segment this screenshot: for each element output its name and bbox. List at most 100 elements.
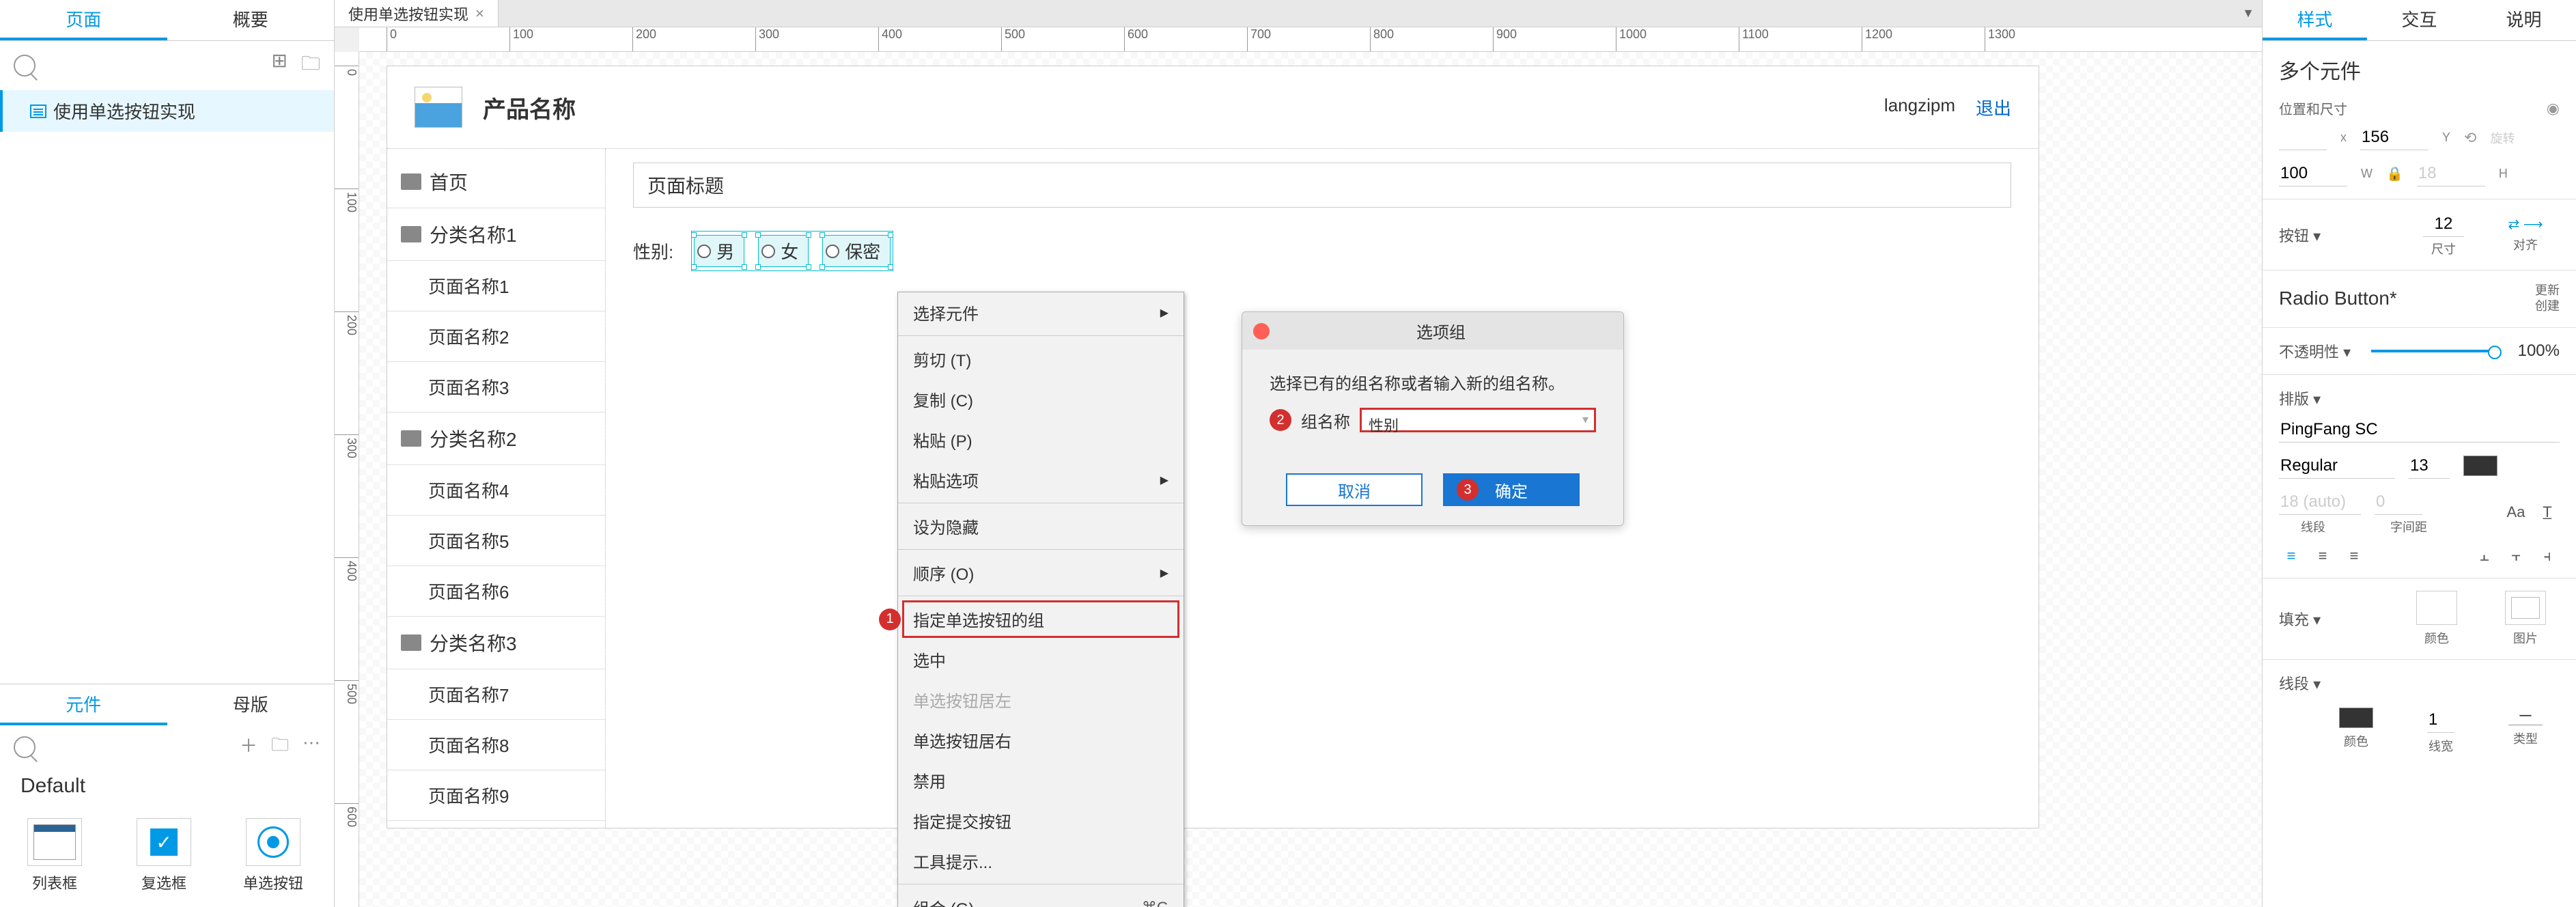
y-input[interactable] xyxy=(2360,125,2428,150)
fill-image-swatch[interactable] xyxy=(2505,591,2546,625)
align-right-icon[interactable]: ≡ xyxy=(2342,546,2366,566)
sidebar-item[interactable]: 页面名称6 xyxy=(387,566,605,617)
lock-aspect-icon[interactable]: 🔒 xyxy=(2386,165,2403,182)
sidebar-item[interactable]: 页面名称2 xyxy=(387,311,605,362)
ok-button[interactable]: 3确定 xyxy=(1443,473,1580,506)
ctx-set-hidden[interactable]: 设为隐藏 xyxy=(898,506,1184,546)
ctx-select-widget[interactable]: 选择元件 xyxy=(898,292,1184,333)
widget-listbox[interactable]: 列表框 xyxy=(20,818,89,893)
sidebar-group[interactable]: 分类名称2 xyxy=(387,413,605,465)
align-center-icon[interactable]: ≡ xyxy=(2310,546,2335,566)
add-folder-icon[interactable]: 🗀 xyxy=(301,49,320,82)
stroke-type-dropdown[interactable]: ─ xyxy=(2508,708,2543,725)
dialog-titlebar[interactable]: 选项组 xyxy=(1242,312,1623,350)
ctx-tooltip[interactable]: 工具提示... xyxy=(898,841,1184,881)
font-family-select[interactable] xyxy=(2279,417,2560,443)
tree-item-current[interactable]: 使用单选按钮实现 xyxy=(0,90,334,132)
valign-top-icon[interactable]: ⫠ xyxy=(2472,546,2497,566)
add-library-icon[interactable]: ＋ xyxy=(240,732,257,762)
widget-checkbox[interactable]: 复选框 xyxy=(130,818,198,893)
search-icon[interactable] xyxy=(14,736,36,758)
step-badge-1: 1 xyxy=(879,609,901,630)
close-icon[interactable]: × xyxy=(475,5,484,23)
sidebar-item[interactable]: 页面名称9 xyxy=(387,770,605,821)
line-height-input[interactable] xyxy=(2279,490,2361,515)
shared-style-name[interactable]: Radio Button* xyxy=(2279,288,2397,309)
text-case-icon[interactable]: Aa xyxy=(2504,503,2528,522)
ctx-paste-options[interactable]: 粘贴选项 xyxy=(898,460,1184,500)
text-color-swatch[interactable] xyxy=(2463,456,2497,476)
ctx-submit-btn[interactable]: 指定提交按钮 xyxy=(898,800,1184,841)
ctx-order[interactable]: 顺序 (O) xyxy=(898,553,1184,593)
tab-style[interactable]: 样式 xyxy=(2263,0,2367,40)
stroke-width-input[interactable] xyxy=(2427,708,2454,733)
sidebar-item[interactable]: 页面名称8 xyxy=(387,720,605,770)
cancel-button[interactable]: 取消 xyxy=(1286,473,1423,506)
ctx-disable[interactable]: 禁用 xyxy=(898,760,1184,800)
align-left-icon[interactable]: ≡ xyxy=(2279,546,2304,566)
library-folder-icon[interactable]: 🗀 xyxy=(271,732,289,762)
align-link-icon[interactable]: ⇄ ⟶ xyxy=(2508,216,2543,233)
sidebar-item[interactable]: 页面名称5 xyxy=(387,516,605,566)
logout-link[interactable]: 退出 xyxy=(1976,95,2011,120)
sidebar-group[interactable]: 分类名称1 xyxy=(387,208,605,261)
ruler-tick: 1100 xyxy=(1739,27,1769,51)
x-input[interactable] xyxy=(2279,125,2327,150)
stroke-color-swatch[interactable] xyxy=(2339,708,2373,728)
sidebar-item-home[interactable]: 首页 xyxy=(387,156,605,208)
library-name[interactable]: Default xyxy=(0,769,334,811)
radio-option-secret[interactable]: 保密 xyxy=(822,235,891,267)
tab-outline[interactable]: 概要 xyxy=(167,0,335,40)
letter-spacing-input[interactable] xyxy=(2375,490,2422,515)
visibility-icon[interactable]: ◉ xyxy=(2547,100,2560,117)
ctx-selected[interactable]: 选中 xyxy=(898,639,1184,680)
document-tab[interactable]: 使用单选按钮实现 × xyxy=(335,0,499,27)
ctx-paste[interactable]: 粘贴 (P) xyxy=(898,419,1184,460)
tab-masters[interactable]: 母版 xyxy=(167,684,335,725)
corner-input[interactable] xyxy=(2423,212,2464,237)
ctx-group[interactable]: 组合 (G)⌘G xyxy=(898,887,1184,907)
font-size-input[interactable] xyxy=(2409,454,2450,479)
sidebar-group[interactable]: 分类名称3 xyxy=(387,617,605,669)
search-icon[interactable] xyxy=(14,55,36,76)
tab-pages[interactable]: 页面 xyxy=(0,0,167,40)
fill-label[interactable]: 填充 ▾ xyxy=(2279,608,2321,630)
radio-label: 女 xyxy=(781,238,798,264)
sidebar-item[interactable]: 页面名称1 xyxy=(387,261,605,311)
radio-option-female[interactable]: 女 xyxy=(758,235,809,267)
add-page-icon[interactable]: ⊞ xyxy=(272,49,288,82)
update-create-links[interactable]: 更新创建 xyxy=(2535,283,2560,315)
sidebar-item[interactable]: 页面名称7 xyxy=(387,669,605,720)
sidebar-item[interactable]: 页面名称3 xyxy=(387,362,605,413)
ctx-set-radio-group[interactable]: 1指定单选按钮的组 xyxy=(898,599,1184,639)
opacity-label[interactable]: 不透明性 ▾ xyxy=(2279,340,2351,362)
library-menu-icon[interactable]: ⋯ xyxy=(303,732,320,762)
opacity-slider[interactable] xyxy=(2371,350,2497,352)
design-canvas[interactable]: 产品名称 langzipm 退出 首页 分类名称1 页面名称1 页面名称2 页面… xyxy=(359,52,2262,907)
text-decoration-icon[interactable]: T̲ xyxy=(2535,503,2560,522)
radio-option-male[interactable]: 男 xyxy=(694,235,744,267)
widget-radio[interactable]: 单选按钮 xyxy=(239,818,307,893)
button-style-dropdown[interactable]: 按钮 ▾ xyxy=(2279,224,2321,246)
rotation-icon[interactable]: ⟲ xyxy=(2464,129,2476,147)
ctx-copy[interactable]: 复制 (C) xyxy=(898,379,1184,419)
tab-widgets[interactable]: 元件 xyxy=(0,684,167,725)
tab-notes[interactable]: 说明 xyxy=(2472,0,2576,40)
valign-bottom-icon[interactable]: ⫞ xyxy=(2535,546,2560,566)
sidebar-item[interactable]: 页面名称4 xyxy=(387,465,605,516)
close-icon[interactable] xyxy=(1253,323,1270,339)
font-weight-select[interactable] xyxy=(2279,454,2395,479)
fill-color-swatch[interactable] xyxy=(2416,591,2457,625)
stroke-label[interactable]: 线段 ▾ xyxy=(2279,672,2321,694)
tab-interactions[interactable]: 交互 xyxy=(2367,0,2472,40)
ctx-radio-right[interactable]: 单选按钮居右 xyxy=(898,720,1184,760)
tab-overflow-icon[interactable]: ▼ xyxy=(2235,0,2262,27)
ctx-cut[interactable]: 剪切 (T) xyxy=(898,339,1184,379)
group-name-input[interactable]: 性别 xyxy=(1360,408,1596,432)
typography-label[interactable]: 排版 ▾ xyxy=(2279,391,2321,408)
valign-middle-icon[interactable]: ⫟ xyxy=(2504,546,2528,566)
height-input[interactable] xyxy=(2417,161,2485,186)
width-input[interactable] xyxy=(2279,161,2347,186)
stroke-width-caption: 线宽 xyxy=(2407,737,2475,755)
selected-radio-group[interactable]: 男 女 保密 xyxy=(694,235,891,267)
